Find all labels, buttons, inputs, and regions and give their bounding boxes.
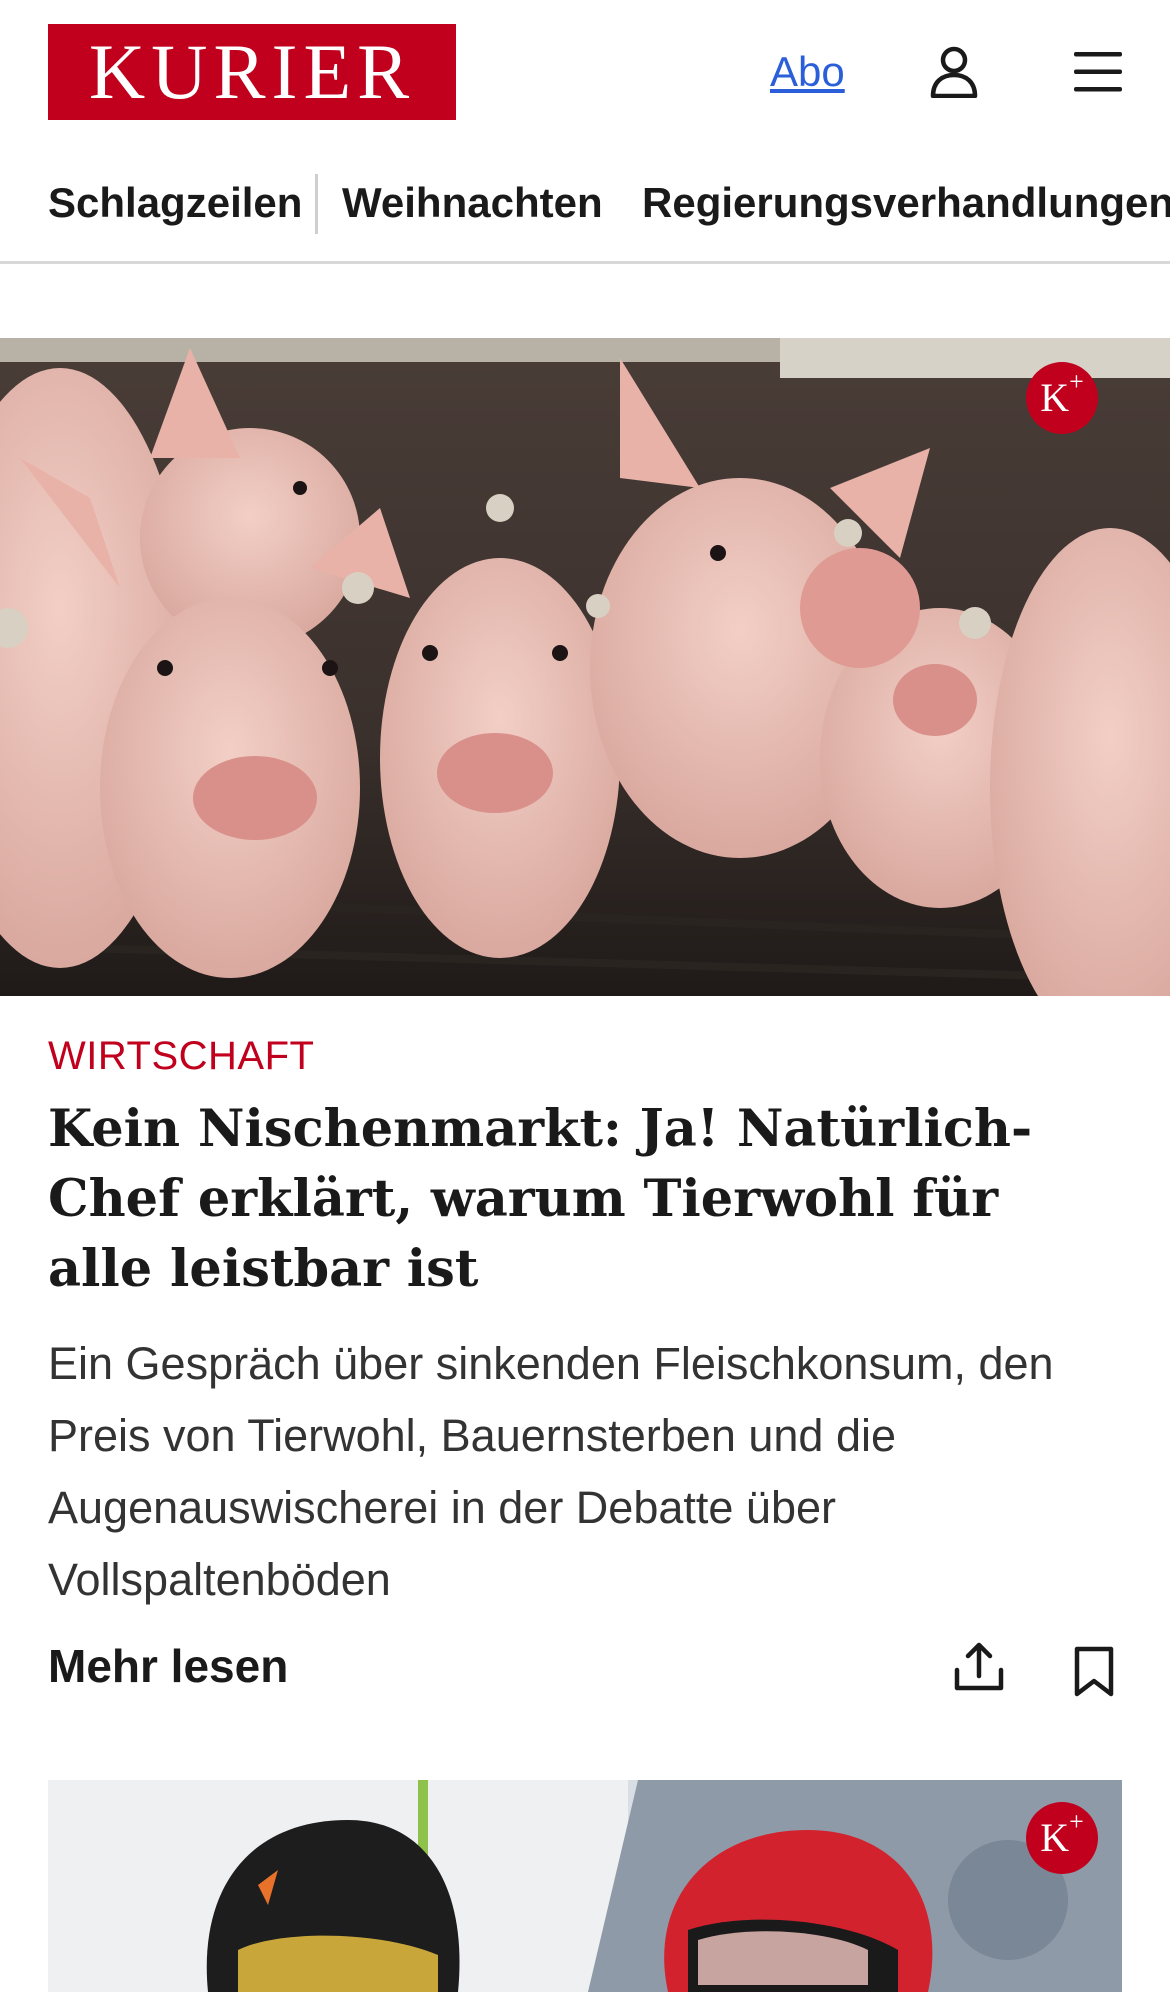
article-category[interactable]: WIRTSCHAFT	[48, 1032, 314, 1080]
nav-item-schlagzeilen[interactable]: Schlagzeilen	[48, 174, 302, 232]
bookmark-icon	[1074, 1646, 1114, 1697]
read-more-link[interactable]: Mehr lesen	[48, 1638, 288, 1694]
second-article-image[interactable]: K+	[48, 1780, 1122, 1992]
article-teaser: Ein Gespräch über sinkenden Fleischkonsu…	[48, 1338, 1054, 1605]
nav-item-regierungsverhandlungen[interactable]: Regierungsverhandlungen	[642, 174, 1170, 232]
piglets-photo	[0, 338, 1170, 996]
nav-item-weihnachten[interactable]: Weihnachten	[342, 174, 603, 232]
site-header: KURIER Abo	[0, 0, 1170, 144]
bookmark-button[interactable]	[1072, 1646, 1116, 1698]
menu-button[interactable]	[1072, 48, 1124, 96]
account-button[interactable]	[930, 46, 978, 99]
hero-article-image[interactable]: K+	[0, 338, 1170, 996]
skiers-photo	[48, 1780, 1122, 1992]
nav-divider	[315, 174, 318, 234]
kurier-logo[interactable]: KURIER	[48, 24, 456, 120]
abo-link[interactable]: Abo	[770, 48, 845, 96]
share-button[interactable]	[952, 1640, 1006, 1694]
user-icon	[930, 46, 978, 99]
kplus-badge: K+	[1026, 362, 1098, 434]
article-headline[interactable]: Kein Nischenmarkt: Ja! Natürlich-Chef er…	[48, 1094, 1118, 1304]
section-nav: Schlagzeilen Weihnachten Regierungsverha…	[0, 160, 1170, 264]
kplus-badge: K+	[1026, 1802, 1098, 1874]
hamburger-icon	[1074, 52, 1122, 92]
share-icon	[954, 1642, 1004, 1691]
